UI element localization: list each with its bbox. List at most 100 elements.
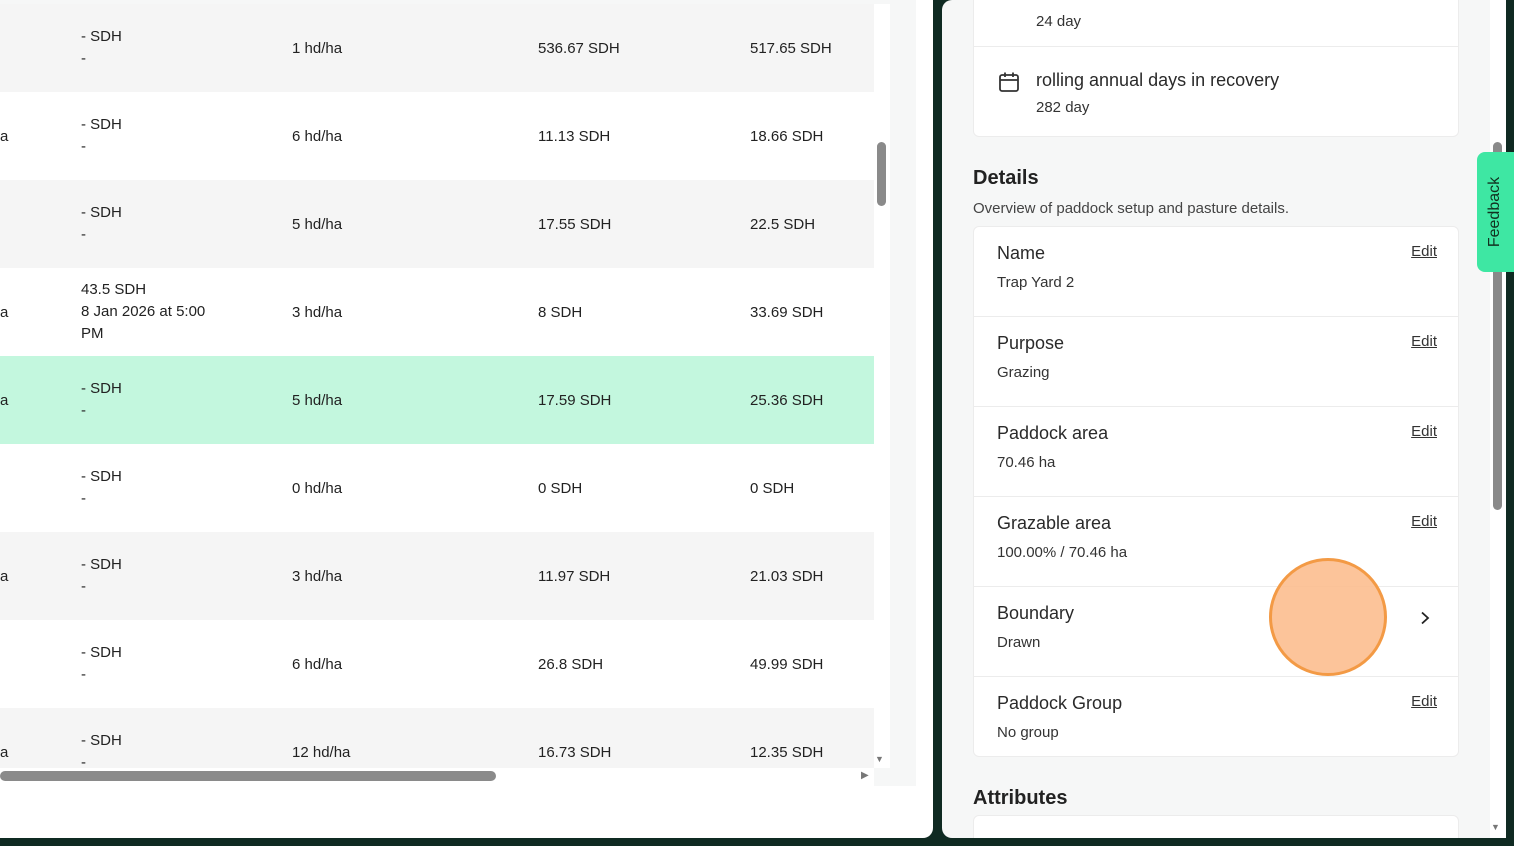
table-cell-sdh-value: 26.8 SDH [538,655,604,673]
cell-line: - SDH [81,644,122,661]
table-cell-sdh-value: 18.66 SDH [750,127,824,145]
table-row[interactable]: - SDH - 5 hd/ha 17.55 SDH 22.5 SDH [0,180,874,268]
table-cell-sdh-value: 33.69 SDH [750,303,824,321]
stat-value: 282 day [1036,99,1090,116]
detail-row-paddock-group: Paddock Group No group Edit [974,677,1458,767]
table-cell-stocking-rate: 5 hd/ha [292,215,343,233]
table-cell-sdh: - SDH - [81,708,251,768]
table-cell-sdh-value: 22.5 SDH [750,215,816,233]
cell-line: - SDH [81,380,122,397]
attributes-heading: Attributes [973,787,1068,809]
table-cell [0,180,10,268]
cell-line: 8 Jan 2026 at 5:00 [81,303,206,320]
cell-line: - [81,666,86,683]
table-cell-sdh-value: 21.03 SDH [750,567,824,585]
table-cell-stocking-rate: 1 hd/ha [292,39,343,57]
edit-paddock-group-link[interactable]: Edit [1411,693,1437,710]
table-cell-sdh-value: 17.55 SDH [538,215,612,233]
stat-value: 24 day [1036,13,1082,30]
table-row[interactable]: a - SDH - 3 hd/ha 11.97 SDH 21.03 SDH [0,532,874,620]
detail-label: Purpose [997,333,1065,353]
cell-line: - SDH [81,204,122,221]
detail-value: Trap Yard 2 [997,274,1075,291]
table-cell-sdh: - SDH - [81,4,251,92]
table-cell-sdh-value: 16.73 SDH [538,743,612,761]
table-vertical-scrollbar[interactable] [874,4,890,768]
table-cell-stocking-rate: 3 hd/ha [292,303,343,321]
table-cell [0,620,10,708]
scroll-right-arrow-icon[interactable]: ▶ [861,770,869,781]
table-cell-sdh-value: 11.13 SDH [538,127,611,145]
edit-name-link[interactable]: Edit [1411,243,1437,260]
table-cell-sdh: 43.5 SDH 8 Jan 2026 at 5:00 PM [81,268,251,356]
table-row[interactable]: a - SDH - 6 hd/ha 11.13 SDH 18.66 SDH [0,92,874,180]
stat-title: rolling annual days in recovery [1036,70,1280,90]
table-row[interactable]: a - SDH - 12 hd/ha 16.73 SDH 12.35 SDH [0,708,874,768]
table-cell-sdh: - SDH - [81,620,251,708]
table-cell: a [0,127,9,145]
scroll-down-arrow-icon[interactable]: ▼ [1491,822,1500,832]
details-card: Name Trap Yard 2 Edit Purpose Grazing Ed… [973,226,1459,757]
detail-value: 70.46 ha [997,454,1056,471]
cell-line: - [81,754,86,768]
detail-label: Grazable area [997,513,1112,533]
table-cell-sdh-value: 0 SDH [538,479,583,497]
table-cell [0,444,10,532]
paddock-details-panel: 24 day rolling annual days in recovery 2… [942,0,1498,838]
table-cell-stocking-rate: 3 hd/ha [292,567,343,585]
click-indicator [1269,558,1387,676]
cell-line: - [81,402,86,419]
chevron-right-icon[interactable] [1418,611,1432,625]
table-horizontal-scroll-thumb[interactable] [0,771,496,781]
scroll-down-arrow-icon[interactable]: ▼ [875,754,884,764]
table-area: - SDH - 1 hd/ha 536.67 SDH 517.65 SDH a -… [0,0,916,820]
table-cell [0,4,10,92]
table-row[interactable]: - SDH - 1 hd/ha 536.67 SDH 517.65 SDH [0,4,874,92]
table-cell: a [0,743,9,761]
table-cell: a [0,303,9,321]
table-footer [0,786,916,820]
feedback-button[interactable]: Feedback [1477,152,1514,272]
details-heading: Details [973,167,1039,189]
paddock-table-panel: - SDH - 1 hd/ha 536.67 SDH 517.65 SDH a -… [0,0,933,838]
table-row[interactable]: - SDH - 6 hd/ha 26.8 SDH 49.99 SDH [0,620,874,708]
calendar-icon [999,72,1019,92]
table-vertical-scroll-thumb[interactable] [877,142,886,206]
detail-row-grazable-area: Grazable area 100.00% / 70.46 ha Edit [974,497,1458,587]
table-row[interactable]: a 43.5 SDH 8 Jan 2026 at 5:00 PM 3 hd/ha 8… [0,268,874,356]
cell-line: PM [81,325,104,342]
recovery-stats-card: 24 day rolling annual days in recovery 2… [973,0,1459,137]
table-body: - SDH - 1 hd/ha 536.67 SDH 517.65 SDH a -… [0,4,874,768]
table-row[interactable]: - SDH - 0 hd/ha 0 SDH 0 SDH [0,444,874,532]
detail-value: Drawn [997,634,1041,651]
cell-line: - SDH [81,116,122,133]
table-cell: a [0,567,9,585]
cell-line: - SDH [81,556,122,573]
edit-paddock-area-link[interactable]: Edit [1411,423,1437,440]
detail-row-name: Name Trap Yard 2 Edit [974,227,1458,317]
table-cell-sdh-value: 49.99 SDH [750,655,824,673]
detail-label: Boundary [997,603,1075,623]
cell-line: - [81,578,86,595]
detail-label: Paddock Group [997,693,1123,713]
cell-line: 43.5 SDH [81,281,147,298]
cell-line: - SDH [81,732,122,749]
detail-row-paddock-area: Paddock area 70.46 ha Edit [974,407,1458,497]
detail-label: Name [997,243,1046,263]
table-row-selected[interactable]: a - SDH - 5 hd/ha 17.59 SDH 25.36 SDH [0,356,874,444]
detail-value: 100.00% / 70.46 ha [997,544,1128,561]
table-cell-sdh-value: 536.67 SDH [538,39,620,57]
cell-line: - SDH [81,28,122,45]
table-cell-stocking-rate: 6 hd/ha [292,655,343,673]
cell-line: - [81,138,86,155]
table-cell-sdh: - SDH - [81,92,251,180]
window-frame [0,838,1514,846]
detail-row-boundary[interactable]: Boundary Drawn [974,587,1458,677]
cell-line: - [81,226,86,243]
divider [974,46,1458,47]
table-cell-sdh: - SDH - [81,444,251,532]
table-cell-sdh: - SDH - [81,356,251,444]
edit-purpose-link[interactable]: Edit [1411,333,1437,350]
detail-value: No group [997,724,1059,741]
edit-grazable-area-link[interactable]: Edit [1411,513,1437,530]
